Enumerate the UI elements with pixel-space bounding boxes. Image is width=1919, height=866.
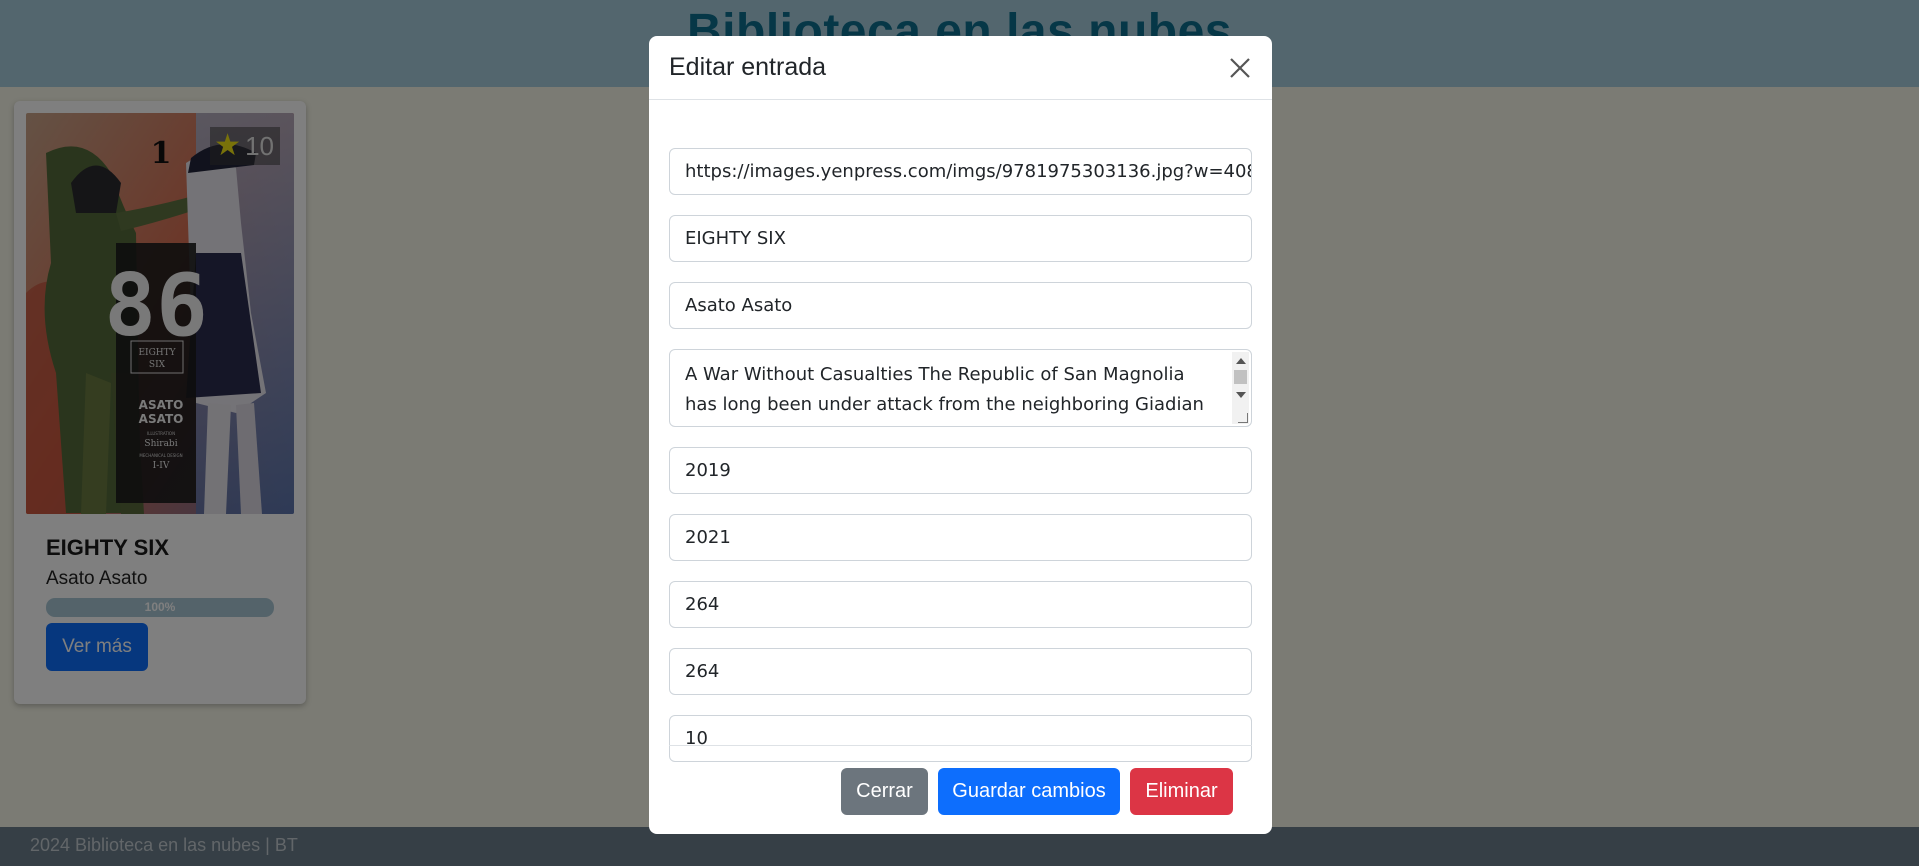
edit-entry-modal: Editar entrada https://images.yenpress.c… [649,36,1272,834]
modal-header: Editar entrada [649,36,1272,100]
close-button[interactable] [1224,52,1256,84]
delete-button[interactable]: Eliminar [1130,768,1233,815]
image-url-input[interactable]: https://images.yenpress.com/imgs/9781975… [669,148,1252,195]
save-changes-button[interactable]: Guardar cambios [938,768,1120,815]
modal-footer: Cerrar Guardar cambios Eliminar [669,745,1252,834]
resize-grip-icon[interactable] [1238,413,1248,423]
cerrar-button[interactable]: Cerrar [841,768,928,815]
pages-read-input[interactable]: 264 [669,648,1252,695]
end-year-input[interactable]: 2021 [669,514,1252,561]
scroll-up-arrow-icon[interactable] [1236,358,1246,364]
modal-title: Editar entrada [669,53,827,81]
close-icon [1230,58,1250,78]
scroll-thumb[interactable] [1234,370,1247,384]
scroll-down-arrow-icon[interactable] [1236,392,1246,398]
title-input[interactable]: EIGHTY SIX [669,215,1252,262]
description-text: A War Without Casualties The Republic of… [685,364,1204,415]
author-input[interactable]: Asato Asato [669,282,1252,329]
total-pages-input[interactable]: 264 [669,581,1252,628]
description-textarea[interactable]: A War Without Casualties The Republic of… [669,349,1252,427]
start-year-input[interactable]: 2019 [669,447,1252,494]
